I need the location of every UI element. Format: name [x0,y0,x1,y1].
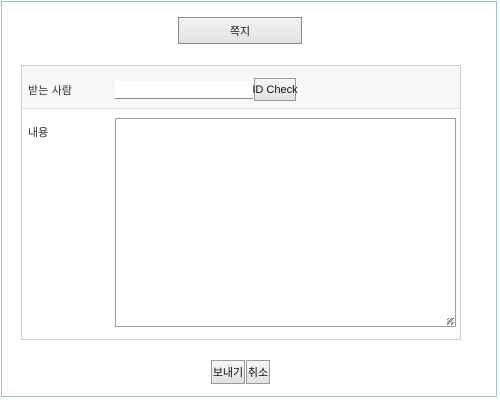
message-window: 쪽지 받는 사람 ID Check 내용 보내기 취소 [1,1,497,397]
page-title: 쪽지 [178,17,302,44]
recipient-label: 받는 사람 [28,84,72,97]
message-form: 받는 사람 ID Check 내용 [21,65,461,340]
recipient-row: 받는 사람 ID Check [22,66,460,109]
content-textarea[interactable] [115,118,456,327]
id-check-button[interactable]: ID Check [252,78,298,101]
resize-grip-icon[interactable] [447,318,453,324]
send-button[interactable]: 보내기 [211,360,245,384]
cancel-button[interactable]: 취소 [246,360,270,384]
recipient-input[interactable] [115,81,253,99]
content-label: 내용 [28,126,49,139]
